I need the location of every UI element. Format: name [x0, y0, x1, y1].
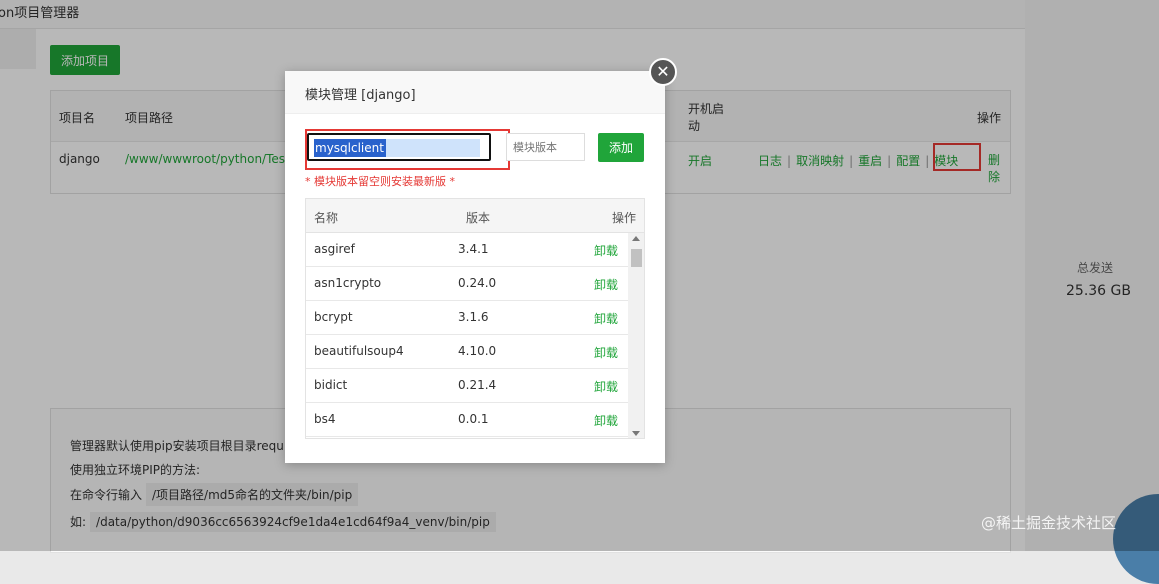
- module-manager-dialog: 模块管理 [django] mysqlclient 添加 * 模块版本留空则安装…: [285, 71, 665, 463]
- module-name-value: mysqlclient: [314, 139, 386, 157]
- scroll-down-icon[interactable]: [632, 431, 640, 436]
- module-name-input[interactable]: mysqlclient: [307, 133, 491, 161]
- module-version: 3.4.1: [458, 242, 489, 256]
- table-row: [306, 437, 628, 438]
- module-name: asgiref: [314, 242, 355, 256]
- dialog-title: 模块管理 [django]: [305, 88, 416, 103]
- module-version: 3.1.6: [458, 310, 489, 324]
- uninstall-link[interactable]: 卸载: [594, 242, 618, 259]
- module-table-header: 名称 版本 操作: [306, 199, 644, 233]
- module-version: 4.10.0: [458, 344, 497, 358]
- dialog-header: 模块管理 [django]: [285, 71, 665, 114]
- module-table-body[interactable]: asgiref 3.4.1 卸载 asn1crypto 0.24.0 卸载 bc…: [306, 233, 628, 438]
- table-row: bcrypt 3.1.6 卸载: [306, 301, 628, 335]
- add-module-button[interactable]: 添加: [598, 133, 644, 162]
- table-row: asn1crypto 0.24.0 卸载: [306, 267, 628, 301]
- table-row: beautifulsoup4 4.10.0 卸载: [306, 335, 628, 369]
- col-header-module-name: 名称: [314, 211, 339, 225]
- module-name: asn1crypto: [314, 276, 382, 290]
- module-version: 0.24.0: [458, 276, 497, 290]
- watermark-text: @稀土掘金技术社区: [981, 514, 1117, 532]
- table-row: bidict 0.21.4 卸载: [306, 369, 628, 403]
- table-row: bs4 0.0.1 卸载: [306, 403, 628, 437]
- close-icon[interactable]: ✕: [649, 58, 677, 86]
- uninstall-link[interactable]: 卸载: [594, 344, 618, 361]
- scroll-thumb[interactable]: [631, 249, 642, 267]
- text-selection: mysqlclient: [314, 139, 480, 157]
- col-header-module-version: 版本: [466, 211, 491, 225]
- uninstall-link[interactable]: 卸载: [594, 378, 618, 395]
- module-version: 0.0.1: [458, 412, 489, 426]
- scroll-up-icon[interactable]: [632, 236, 640, 241]
- table-row: asgiref 3.4.1 卸载: [306, 233, 628, 267]
- module-name: beautifulsoup4: [314, 344, 404, 358]
- module-version-input[interactable]: [506, 133, 585, 161]
- module-name: bcrypt: [314, 310, 353, 324]
- module-table-scrollbar[interactable]: [628, 233, 644, 438]
- col-header-module-action: 操作: [612, 211, 637, 225]
- module-name: bidict: [314, 378, 348, 392]
- module-version: 0.21.4: [458, 378, 497, 392]
- module-name: bs4: [314, 412, 336, 426]
- uninstall-link[interactable]: 卸载: [594, 276, 618, 293]
- module-table: 名称 版本 操作 asgiref 3.4.1 卸载 asn1crypto 0.2…: [305, 198, 645, 439]
- uninstall-link[interactable]: 卸载: [594, 310, 618, 327]
- uninstall-link[interactable]: 卸载: [594, 412, 618, 429]
- version-hint: * 模块版本留空则安装最新版 *: [305, 175, 455, 188]
